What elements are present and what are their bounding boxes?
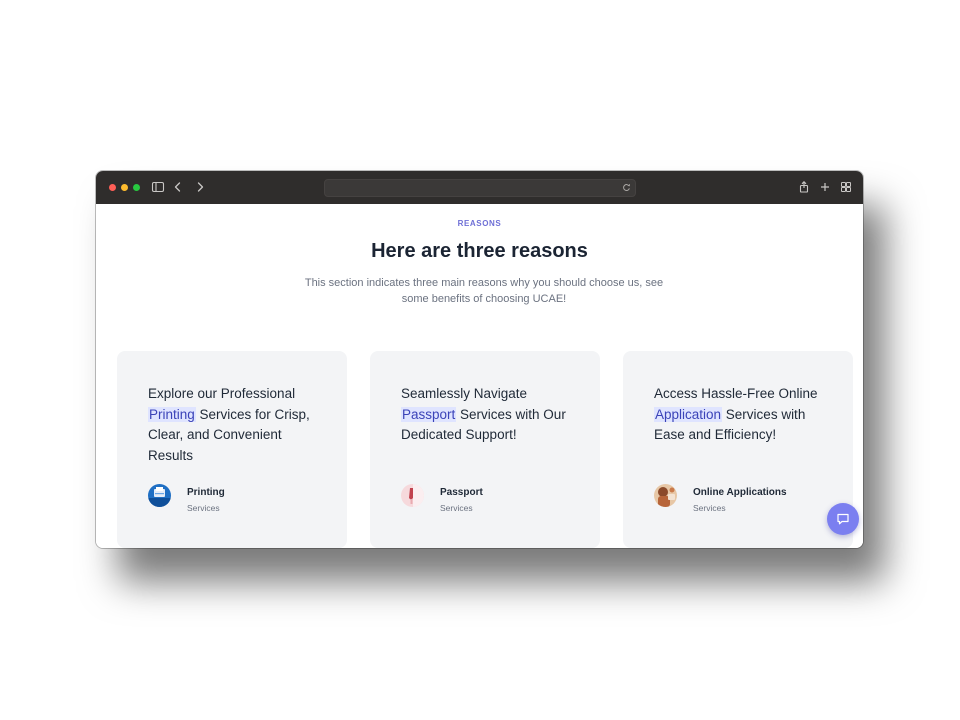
browser-window: REASONS Here are three reasons This sect… <box>96 171 863 548</box>
chat-bubble-icon <box>837 513 849 525</box>
reload-icon[interactable] <box>622 183 631 192</box>
card-text-highlight: Passport <box>401 406 457 422</box>
card-title: Passport <box>440 487 483 498</box>
address-bar[interactable] <box>324 179 636 197</box>
card-subtitle: Services <box>440 503 473 513</box>
close-window-button[interactable] <box>109 184 116 191</box>
printer-thumbnail-icon <box>148 484 171 507</box>
card-text-highlight: Application <box>654 406 723 422</box>
card-text-start: Explore our Professional <box>148 386 296 401</box>
reason-card-online-applications[interactable]: Access Hassle-Free Online Application Se… <box>623 351 853 548</box>
card-description: Access Hassle-Free Online Application Se… <box>654 384 826 446</box>
card-subtitle: Services <box>693 503 726 513</box>
card-description: Explore our Professional Printing Servic… <box>148 384 320 466</box>
section-title: Here are three reasons <box>371 240 588 262</box>
tab-overview-icon[interactable] <box>839 180 853 194</box>
minimize-window-button[interactable] <box>121 184 128 191</box>
chat-button[interactable] <box>827 503 859 535</box>
browser-toolbar <box>96 171 863 204</box>
new-tab-icon[interactable] <box>818 180 832 194</box>
sidebar-toggle-icon[interactable] <box>151 180 165 194</box>
card-description: Seamlessly Navigate Passport Services wi… <box>401 384 573 446</box>
reason-card-printing[interactable]: Explore our Professional Printing Servic… <box>117 351 347 548</box>
page-content: REASONS Here are three reasons This sect… <box>96 204 863 548</box>
forward-arrow-icon[interactable] <box>193 180 207 194</box>
section-subtitle: This section indicates three main reason… <box>304 277 664 305</box>
back-arrow-icon[interactable] <box>171 180 185 194</box>
card-text-start: Seamlessly Navigate <box>401 386 528 401</box>
reason-card-passport[interactable]: Seamlessly Navigate Passport Services wi… <box>370 351 600 548</box>
card-title: Online Applications <box>693 487 787 498</box>
maximize-window-button[interactable] <box>133 184 140 191</box>
card-text-highlight: Printing <box>148 406 196 422</box>
online-application-thumbnail-icon <box>654 484 677 507</box>
section-eyebrow: REASONS <box>457 219 502 228</box>
passport-thumbnail-icon <box>401 484 424 507</box>
share-icon[interactable] <box>797 180 811 194</box>
card-title: Printing <box>187 487 225 498</box>
card-subtitle: Services <box>187 503 220 513</box>
card-text-start: Access Hassle-Free Online <box>654 386 818 401</box>
